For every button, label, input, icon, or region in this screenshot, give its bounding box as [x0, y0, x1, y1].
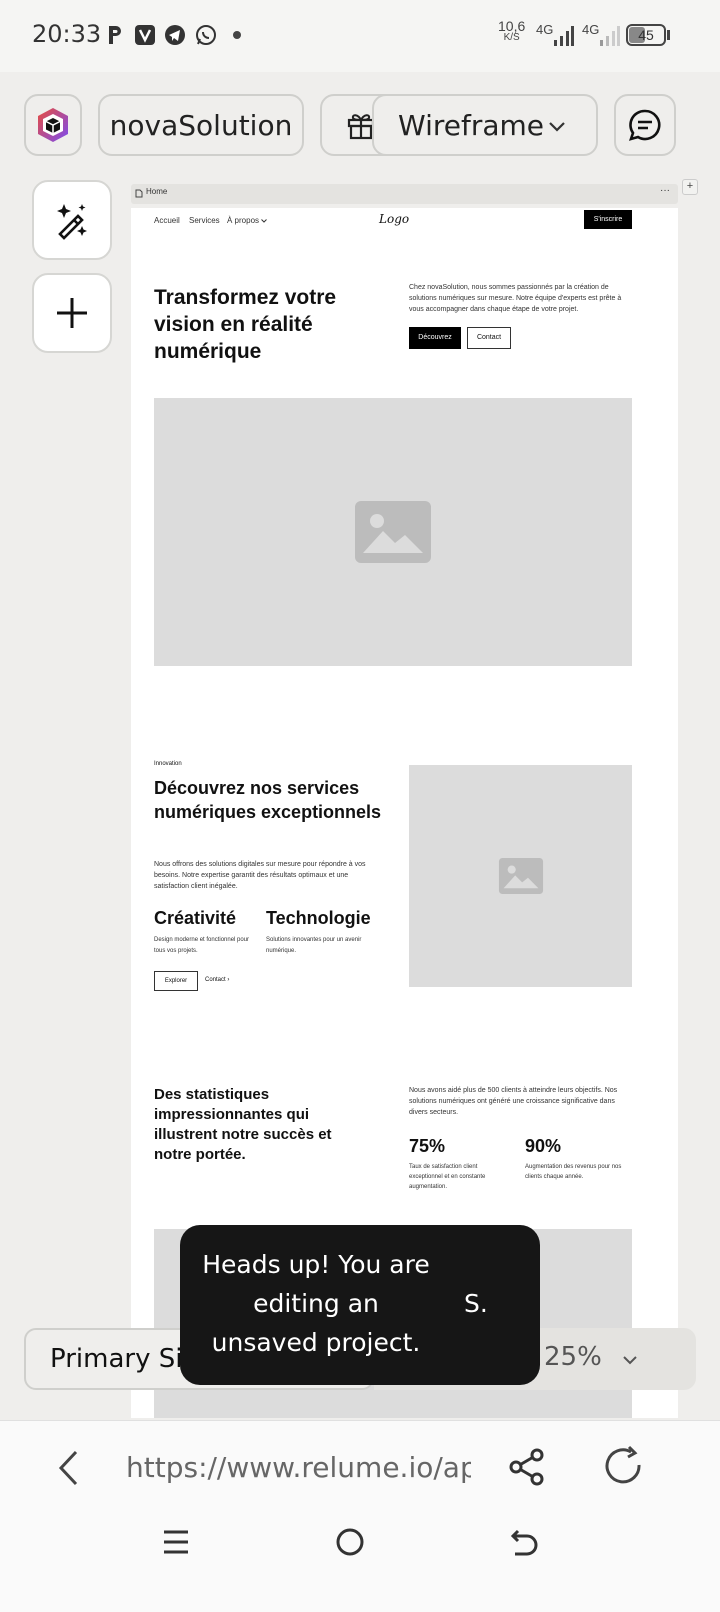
status-bar: 20:33 10,6 K/S 4G 4G 45: [0, 0, 720, 72]
feature-technology-text: Solutions innovantes pour un avenir numé…: [266, 937, 362, 954]
nav-link-accueil[interactable]: Accueil: [154, 216, 180, 225]
discover-button[interactable]: Découvrez: [409, 327, 461, 349]
add-frame-icon[interactable]: +: [682, 179, 698, 195]
relume-logo-icon: [38, 108, 68, 142]
toast-hidden-action[interactable]: S.: [464, 1284, 520, 1323]
unsaved-project-toast: Heads up! You are editing an unsaved pro…: [180, 1225, 540, 1385]
explore-button[interactable]: Explorer: [154, 971, 198, 991]
frame-title: Home: [146, 187, 168, 196]
telegram-icon: [162, 22, 188, 48]
battery-icon: 45: [626, 24, 666, 46]
stat-satisfaction-value: 75%: [409, 1136, 446, 1156]
system-navigation-bar: [0, 1520, 720, 1612]
image-icon: [498, 858, 543, 894]
view-mode-label: Wireframe: [398, 108, 545, 142]
home-circle-icon[interactable]: [335, 1527, 365, 1557]
net-speed: 10,6 K/S: [498, 18, 526, 43]
editor-toolbar: novaSolution Wireframe: [0, 72, 720, 182]
features-contact-link[interactable]: Contact ›: [205, 977, 229, 983]
feature-creativity-title: Créativité: [154, 908, 237, 928]
hero-image-placeholder: [154, 398, 632, 666]
hero-contact-button[interactable]: Contact: [467, 327, 511, 349]
view-mode-dropdown[interactable]: Wireframe: [372, 94, 598, 156]
features-body: Nous offrons des solutions digitales sur…: [154, 861, 366, 890]
signup-button[interactable]: S'inscrire: [584, 210, 632, 229]
notification-dot-icon: [233, 31, 241, 39]
stat-revenue-text: Augmentation des revenus pour nos client…: [525, 1164, 622, 1180]
net-type-2: 4G: [582, 22, 600, 37]
nav-link-services[interactable]: Services: [189, 216, 220, 225]
features-image-placeholder: [409, 765, 632, 987]
stats-title: Des statistiques impressionnantes qui il…: [154, 1086, 332, 1163]
features-title: Découvrez nos services numériques except…: [154, 778, 382, 822]
frame-more-icon[interactable]: ···: [660, 185, 670, 196]
plus-icon: [57, 298, 87, 328]
back-gesture-icon[interactable]: [510, 1527, 540, 1557]
back-arrow-icon[interactable]: [56, 1449, 80, 1487]
whatsapp-icon: [193, 22, 219, 48]
chevron-down-icon: [623, 1356, 637, 1365]
battery-level: 45: [638, 27, 654, 43]
stat-revenue-value: 90%: [525, 1136, 562, 1156]
parking-icon: [102, 22, 128, 48]
feature-technology-title: Technologie: [266, 908, 371, 928]
battery-tip: [667, 30, 670, 40]
app-logo-button[interactable]: [24, 94, 82, 156]
stat-satisfaction-text: Taux de satisfaction client exceptionnel…: [409, 1164, 486, 1190]
browser-toolbar: https://www.relume.io/app...: [0, 1420, 720, 1521]
recent-apps-icon[interactable]: [162, 1529, 190, 1555]
hero-body: Chez novaSolution, nous sommes passionné…: [409, 284, 622, 313]
nav-link-apropos[interactable]: À propos: [227, 216, 268, 225]
url-field[interactable]: https://www.relume.io/app...: [126, 1451, 471, 1484]
image-icon: [355, 501, 431, 563]
site-logo: Logo: [379, 212, 410, 226]
chevron-right-icon: ›: [227, 977, 230, 983]
reload-icon[interactable]: [601, 1445, 647, 1491]
project-name: novaSolution: [109, 108, 293, 142]
project-name-button[interactable]: novaSolution: [98, 94, 304, 156]
chevron-down-icon: [549, 122, 565, 132]
page-icon: [135, 189, 143, 198]
share-icon[interactable]: [507, 1447, 547, 1487]
features-tag: Innovation: [154, 761, 182, 767]
feature-creativity-text: Design moderne et fonctionnel pour tous …: [154, 937, 250, 954]
chat-icon: [628, 109, 661, 141]
page-select-label: Primary Si: [50, 1344, 183, 1374]
frame-header[interactable]: Home ···: [131, 184, 678, 204]
signal-weak-icon: [598, 24, 620, 53]
clock: 20:33: [32, 20, 102, 48]
hero-title: Transformez votre vision en réalité numé…: [154, 286, 337, 363]
zoom-value: 25%: [544, 1342, 602, 1372]
comments-button[interactable]: [614, 94, 676, 156]
magic-wand-icon: [57, 204, 87, 240]
viber-icon: [132, 22, 158, 48]
net-type-1: 4G: [536, 22, 554, 37]
toast-message: Heads up! You are editing an unsaved pro…: [202, 1250, 430, 1357]
ai-edit-button[interactable]: [32, 180, 112, 260]
stats-body: Nous avons aidé plus de 500 clients à at…: [409, 1087, 618, 1116]
chevron-down-icon: [261, 219, 268, 223]
add-section-button[interactable]: [32, 273, 112, 353]
signal-icon: [552, 24, 574, 53]
